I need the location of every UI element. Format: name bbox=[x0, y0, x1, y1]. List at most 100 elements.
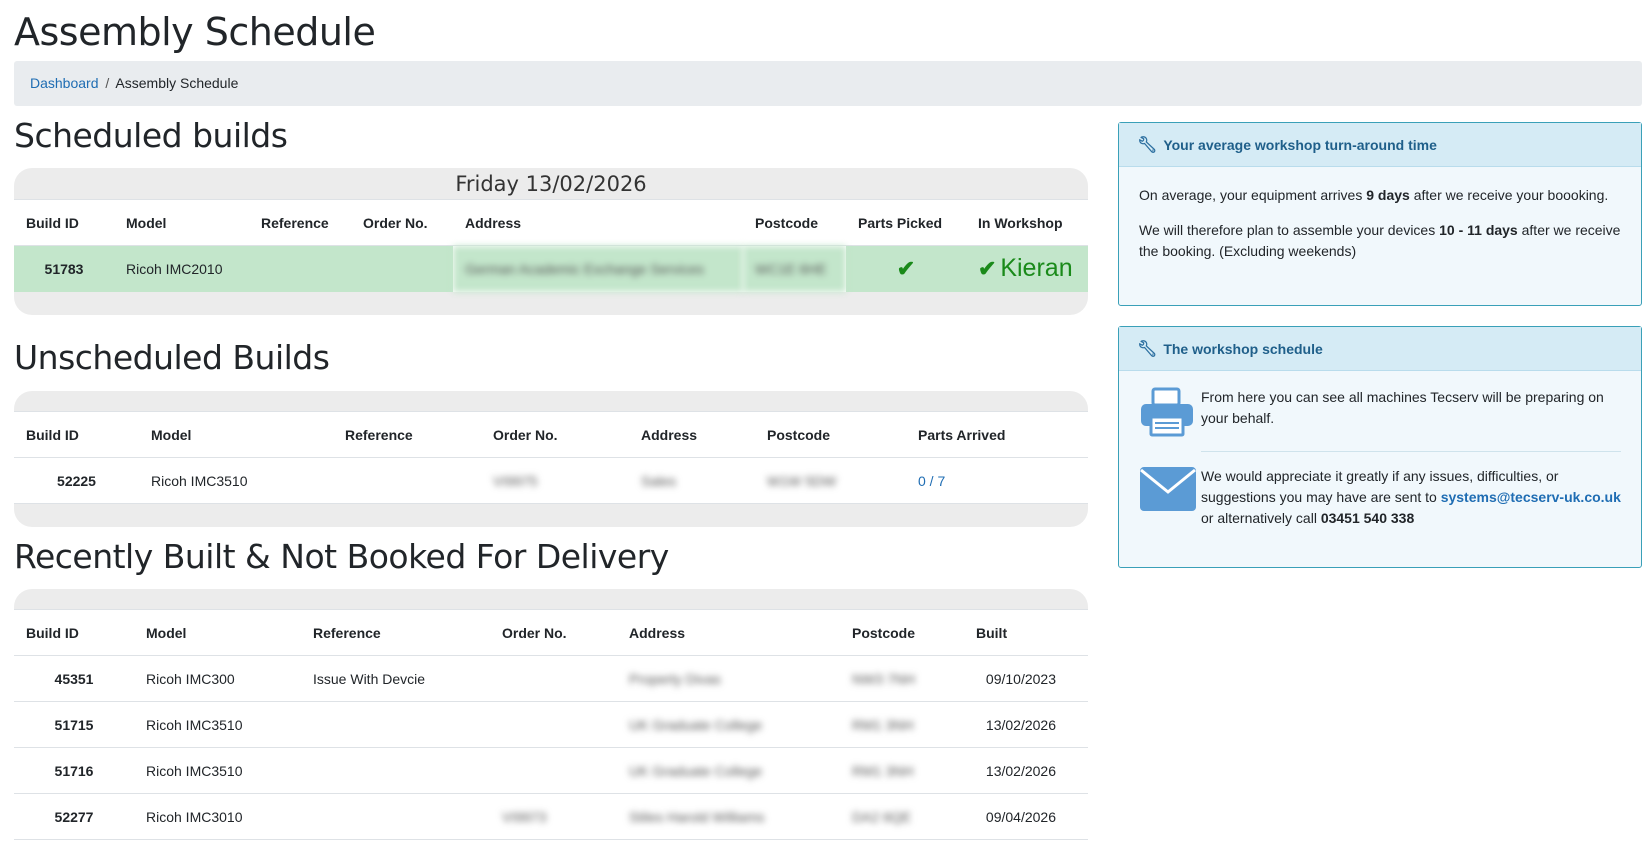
breadcrumb-separator: / bbox=[105, 75, 110, 91]
col-order-no[interactable]: Order No. bbox=[490, 609, 617, 656]
workshop-schedule-card-header: 🔧︎ The workshop schedule bbox=[1119, 327, 1641, 371]
address: German Academic Exchange Services bbox=[453, 245, 743, 292]
model: Ricoh IMC3510 bbox=[134, 701, 301, 748]
col-reference[interactable]: Reference bbox=[301, 609, 490, 656]
reference bbox=[333, 457, 481, 504]
address: Property Divas bbox=[617, 655, 840, 702]
envelope-icon bbox=[1139, 466, 1201, 518]
turnaround-card: 🔧︎ Your average workshop turn-around tim… bbox=[1118, 122, 1642, 306]
col-reference[interactable]: Reference bbox=[249, 199, 351, 246]
col-address[interactable]: Address bbox=[629, 411, 755, 458]
build-id: 45351 bbox=[14, 655, 134, 702]
order-no: VI9973 bbox=[490, 793, 617, 840]
postcode: DA2 6QE bbox=[840, 793, 964, 840]
reference bbox=[301, 701, 490, 748]
unscheduled-builds-table: Build ID Model Reference Order No. Addre… bbox=[14, 391, 1088, 527]
build-id: 52277 bbox=[14, 793, 134, 840]
postcode: WC1E 6HE bbox=[743, 245, 846, 292]
wrench-icon: 🔧︎ bbox=[1137, 136, 1158, 154]
col-in-workshop[interactable]: In Workshop bbox=[966, 199, 1088, 246]
col-build-id[interactable]: Build ID bbox=[14, 411, 139, 458]
unscheduled-builds-title: Unscheduled Builds bbox=[14, 338, 330, 377]
model: Ricoh IMC3510 bbox=[139, 457, 333, 504]
turnaround-arrival-text: On average, your equipment arrives 9 day… bbox=[1139, 187, 1609, 203]
phone-number: 03451 540 338 bbox=[1320, 510, 1415, 526]
parts-arrived-link[interactable]: 0 / 7 bbox=[906, 457, 1088, 504]
email-link[interactable]: systems@tecserv-uk.co.uk bbox=[1441, 489, 1621, 505]
col-built[interactable]: Built bbox=[964, 609, 1088, 656]
col-model[interactable]: Model bbox=[139, 411, 333, 458]
table-row[interactable]: 52277 Ricoh IMC3010 VI9973 Stiles Harold… bbox=[14, 793, 1088, 840]
postcode: RM1 3NH bbox=[840, 747, 964, 794]
col-model[interactable]: Model bbox=[114, 199, 249, 246]
built-date: 09/04/2026 bbox=[964, 793, 1088, 840]
wrench-icon: 🔧︎ bbox=[1137, 340, 1158, 358]
build-id: 51783 bbox=[14, 245, 114, 292]
model: Ricoh IMC3010 bbox=[134, 793, 301, 840]
breadcrumb: Dashboard / Assembly Schedule bbox=[14, 61, 1642, 106]
col-model[interactable]: Model bbox=[134, 609, 301, 656]
col-parts-picked[interactable]: Parts Picked bbox=[846, 199, 966, 246]
postcode: W1W 5DW bbox=[755, 457, 906, 504]
model: Ricoh IMC3510 bbox=[134, 747, 301, 794]
table-row[interactable]: 52225 Ricoh IMC3510 VI9975 Sales W1W 5DW… bbox=[14, 457, 1088, 504]
model: Ricoh IMC2010 bbox=[114, 245, 249, 292]
printer-icon bbox=[1139, 387, 1201, 443]
built-date: 09/10/2023 bbox=[964, 655, 1088, 702]
build-id: 51716 bbox=[14, 747, 134, 794]
page-title: Assembly Schedule bbox=[14, 10, 376, 54]
col-address[interactable]: Address bbox=[617, 609, 840, 656]
table-row[interactable]: 51783 Ricoh IMC2010 German Academic Exch… bbox=[14, 245, 1088, 292]
col-reference[interactable]: Reference bbox=[333, 411, 481, 458]
turnaround-card-title: Your average workshop turn-around time bbox=[1163, 136, 1437, 153]
postcode: RM1 3NH bbox=[840, 701, 964, 748]
in-workshop-worker: Kieran bbox=[1000, 254, 1073, 283]
reference bbox=[301, 793, 490, 840]
col-parts-arrived[interactable]: Parts Arrived bbox=[906, 411, 1088, 458]
contact-text: We would appreciate it greatly if any is… bbox=[1201, 468, 1621, 526]
address: Sales bbox=[629, 457, 755, 504]
workshop-schedule-card: 🔧︎ The workshop schedule From here you c… bbox=[1118, 326, 1642, 568]
built-date: 13/02/2026 bbox=[964, 701, 1088, 748]
order-no bbox=[490, 747, 617, 794]
order-no bbox=[351, 245, 453, 292]
workshop-schedule-card-title: The workshop schedule bbox=[1163, 340, 1323, 357]
reference bbox=[301, 747, 490, 794]
divider bbox=[1201, 451, 1621, 452]
address: UK Graduate College bbox=[617, 701, 840, 748]
order-no bbox=[490, 655, 617, 702]
turnaround-plan-text: We will therefore plan to assemble your … bbox=[1139, 222, 1621, 259]
col-postcode[interactable]: Postcode bbox=[840, 609, 964, 656]
reference: Issue With Devcie bbox=[301, 655, 490, 702]
col-postcode[interactable]: Postcode bbox=[755, 411, 906, 458]
order-no: VI9975 bbox=[481, 457, 629, 504]
parts-picked-check-icon: ✔ bbox=[896, 255, 916, 281]
scheduled-builds-title: Scheduled builds bbox=[14, 116, 288, 155]
order-no bbox=[490, 701, 617, 748]
check-icon: ✔ bbox=[978, 256, 997, 282]
build-id: 52225 bbox=[14, 457, 139, 504]
col-postcode[interactable]: Postcode bbox=[743, 199, 846, 246]
address: UK Graduate College bbox=[617, 747, 840, 794]
built-date: 13/02/2026 bbox=[964, 747, 1088, 794]
address: Stiles Harold Williams bbox=[617, 793, 840, 840]
recently-built-table: Build ID Model Reference Order No. Addre… bbox=[14, 589, 1088, 840]
table-row[interactable]: 45351 Ricoh IMC300 Issue With Devcie Pro… bbox=[14, 655, 1088, 702]
build-id: 51715 bbox=[14, 701, 134, 748]
breadcrumb-current: Assembly Schedule bbox=[115, 75, 239, 91]
model: Ricoh IMC300 bbox=[134, 655, 301, 702]
table-row[interactable]: 51716 Ricoh IMC3510 UK Graduate College … bbox=[14, 747, 1088, 794]
col-order-no[interactable]: Order No. bbox=[351, 199, 453, 246]
workshop-info-text: From here you can see all machines Tecse… bbox=[1201, 389, 1604, 426]
table-row[interactable]: 51715 Ricoh IMC3510 UK Graduate College … bbox=[14, 701, 1088, 748]
col-order-no[interactable]: Order No. bbox=[481, 411, 629, 458]
col-build-id[interactable]: Build ID bbox=[14, 199, 114, 246]
breadcrumb-dashboard-link[interactable]: Dashboard bbox=[30, 75, 99, 91]
turnaround-card-header: 🔧︎ Your average workshop turn-around tim… bbox=[1119, 123, 1641, 167]
col-address[interactable]: Address bbox=[453, 199, 743, 246]
schedule-date: Friday 13/02/2026 bbox=[455, 172, 647, 196]
reference bbox=[249, 245, 351, 292]
col-build-id[interactable]: Build ID bbox=[14, 609, 134, 656]
postcode: NW3 7NH bbox=[840, 655, 964, 702]
recently-built-title: Recently Built & Not Booked For Delivery bbox=[14, 537, 669, 576]
